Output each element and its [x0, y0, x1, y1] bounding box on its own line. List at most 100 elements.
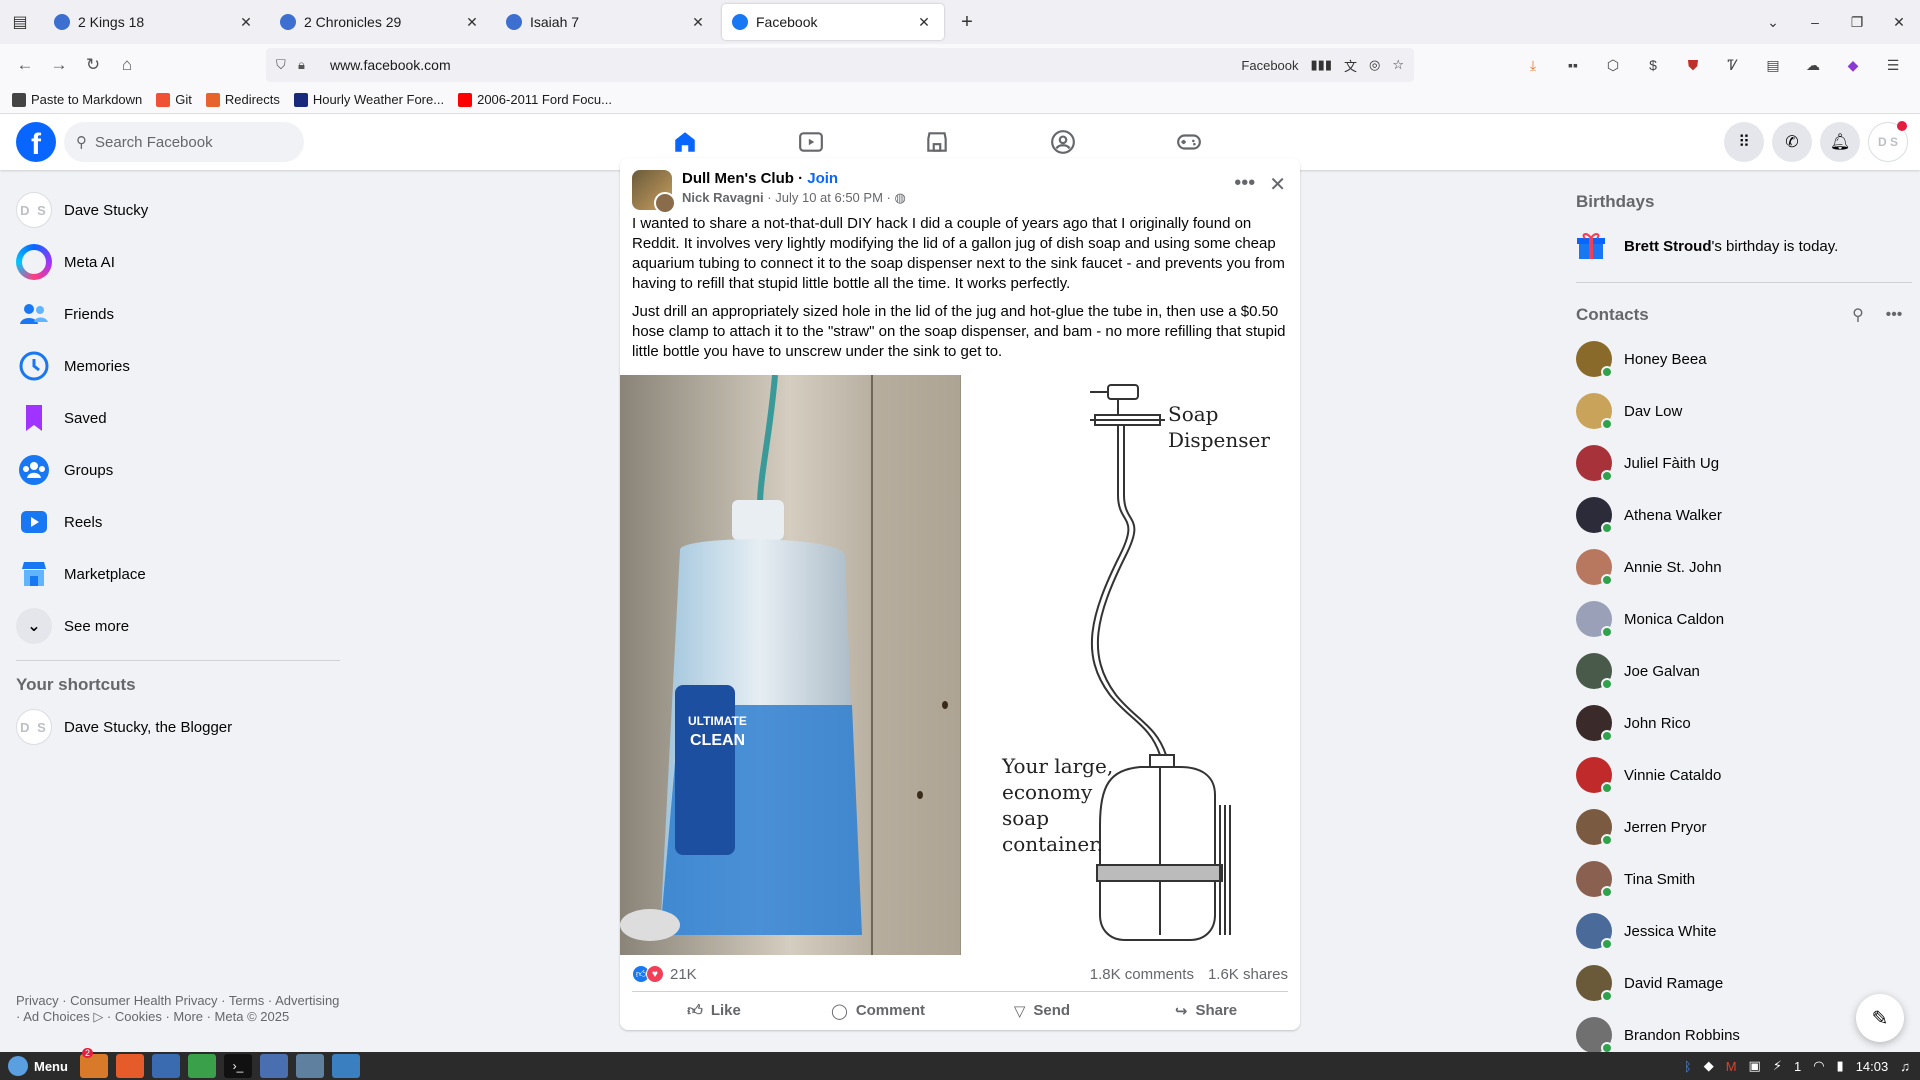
home-icon[interactable]: ⌂ — [110, 48, 144, 82]
tab-close-icon[interactable]: ✕ — [236, 14, 256, 31]
tracking-icon[interactable]: ◎ — [1369, 57, 1380, 73]
tab-close-icon[interactable]: ✕ — [462, 14, 482, 31]
bookmark-ford-focus[interactable]: 2006-2011 Ford Focu... — [458, 92, 612, 107]
browser-tab-active[interactable]: Facebook ✕ — [722, 4, 944, 40]
sidebar-item-saved[interactable]: Saved — [8, 392, 348, 444]
search-icon[interactable]: ⚲ — [1840, 305, 1876, 325]
footer-links[interactable]: Privacy · Consumer Health Privacy · Term… — [16, 993, 346, 1025]
notifications-button[interactable]: 🔔︎ — [1820, 122, 1860, 162]
tab-overflow-chevron-icon[interactable]: ⌄ — [1752, 14, 1794, 31]
hamburger-menu-icon[interactable]: ☰ — [1878, 50, 1908, 80]
sidebar-item-marketplace[interactable]: Marketplace — [8, 548, 348, 600]
tab-close-icon[interactable]: ✕ — [688, 14, 708, 31]
menu-grid-button[interactable]: ⠿ — [1724, 122, 1764, 162]
bookmark-paste-to-markdown[interactable]: Paste to Markdown — [12, 92, 142, 107]
sidebar-item-meta-ai[interactable]: Meta AI — [8, 236, 348, 288]
music-icon[interactable]: ♫ — [1900, 1059, 1910, 1074]
new-message-button[interactable]: ✎ — [1856, 994, 1904, 1042]
url-bar[interactable]: ⛉ 🔒︎ www.facebook.com Facebook ▮▮▮ 文 ◎ ☆ — [266, 48, 1414, 82]
more-options-icon[interactable]: ••• — [1234, 172, 1255, 197]
network-count[interactable]: 1 — [1794, 1059, 1801, 1074]
browser-tab[interactable]: 2 Chronicles 29 ✕ — [270, 4, 492, 40]
app-icon[interactable] — [295, 1054, 324, 1078]
translate-ext-icon[interactable]: Ꮴ — [1718, 50, 1748, 80]
download-icon[interactable]: ⤓ — [1518, 50, 1548, 80]
firefox-icon[interactable] — [115, 1054, 144, 1078]
contact-item[interactable]: Joe Galvan — [1576, 645, 1912, 697]
tray-app-icon[interactable]: ◆ — [1704, 1058, 1714, 1074]
tab-close-icon[interactable]: ✕ — [914, 14, 934, 31]
sidebar-item-reels[interactable]: Reels — [8, 496, 348, 548]
love-reaction-icon[interactable]: ♥ — [646, 965, 664, 983]
contact-item[interactable]: Honey Beea — [1576, 333, 1912, 385]
contact-item[interactable]: Annie St. John — [1576, 541, 1912, 593]
files-app-icon[interactable]: 2 — [79, 1048, 108, 1078]
group-avatar[interactable] — [632, 170, 676, 214]
sidebar-item-see-more[interactable]: ⌄ See more — [8, 600, 348, 652]
close-icon[interactable]: ✕ — [1269, 172, 1286, 197]
like-button[interactable]: 👍︎ Like — [632, 992, 796, 1029]
post-timestamp[interactable]: July 10 at 6:50 PM — [775, 190, 883, 205]
sidebar-item-friends[interactable]: Friends — [8, 288, 348, 340]
birthday-item[interactable]: Brett Stroud's birthday is today. — [1576, 220, 1912, 272]
bookmark-redirects[interactable]: Redirects — [205, 92, 280, 107]
app-icon[interactable] — [187, 1054, 216, 1078]
clock[interactable]: 14:03 — [1856, 1059, 1889, 1074]
more-options-icon[interactable]: ••• — [1876, 306, 1912, 324]
author-name-link[interactable]: Nick Ravagni — [682, 190, 764, 205]
contact-item[interactable]: Athena Walker — [1576, 489, 1912, 541]
back-arrow-icon[interactable]: ← — [8, 48, 42, 82]
bookmark-star-icon[interactable]: ☆ — [1392, 57, 1404, 73]
sidebar-item-groups[interactable]: Groups — [8, 444, 348, 496]
lock-icon[interactable]: 🔒︎ — [298, 57, 320, 73]
shield-icon[interactable]: ⛉ — [276, 57, 298, 73]
new-tab-button[interactable]: + — [950, 5, 984, 39]
url-text[interactable]: www.facebook.com — [330, 57, 1241, 73]
share-button[interactable]: ↪ Share — [1124, 992, 1288, 1029]
shares-count[interactable]: 1.6K shares — [1208, 966, 1288, 983]
reader-icon[interactable]: ▤ — [1758, 50, 1788, 80]
puzzle-icon[interactable]: ⬡ — [1598, 50, 1628, 80]
sidebar-item-memories[interactable]: Memories — [8, 340, 348, 392]
search-box[interactable]: ⚲ — [64, 122, 304, 162]
comment-button[interactable]: ◯ Comment — [796, 992, 960, 1029]
close-window-icon[interactable]: ✕ — [1878, 14, 1920, 31]
bookmark-weather[interactable]: Hourly Weather Fore... — [293, 92, 444, 107]
account-avatar-button[interactable]: D S — [1868, 121, 1908, 162]
cloud-icon[interactable]: ☁ — [1798, 50, 1828, 80]
app-icon[interactable] — [151, 1054, 180, 1078]
browser-tab[interactable]: Isaiah 7 ✕ — [496, 4, 718, 40]
contact-item[interactable]: Jerren Pryor — [1576, 801, 1912, 853]
send-button[interactable]: ▽ Send — [960, 992, 1124, 1029]
terminal-icon[interactable]: ›_ — [223, 1054, 252, 1078]
reload-icon[interactable]: ↻ — [76, 48, 110, 82]
birthday-name[interactable]: Brett Stroud — [1624, 238, 1712, 255]
forward-arrow-icon[interactable]: → — [42, 48, 76, 82]
contact-item[interactable]: Jessica White — [1576, 905, 1912, 957]
dollar-icon[interactable]: $ — [1638, 50, 1668, 80]
contact-item[interactable]: Monica Caldon — [1576, 593, 1912, 645]
shortcut-item[interactable]: D S Dave Stucky, the Blogger — [8, 701, 348, 753]
browser-tab[interactable]: 2 Kings 18 ✕ — [44, 4, 266, 40]
sidebar-item-profile[interactable]: D S Dave Stucky — [8, 184, 348, 236]
gmail-icon[interactable]: M — [1726, 1059, 1737, 1074]
bluetooth-icon[interactable]: ᛒ — [1684, 1059, 1692, 1074]
facebook-logo[interactable]: f — [16, 122, 56, 162]
cube-icon[interactable]: ◆ — [1838, 50, 1868, 80]
barcode-icon[interactable]: ▮▮▮ — [1311, 57, 1332, 73]
extension-icon[interactable]: ▪▪ — [1558, 50, 1588, 80]
contact-item[interactable]: John Rico — [1576, 697, 1912, 749]
messenger-button[interactable]: ✆ — [1772, 122, 1812, 162]
minimize-window-icon[interactable]: – — [1794, 14, 1836, 30]
join-group-link[interactable]: Join — [807, 170, 838, 187]
search-input[interactable] — [95, 133, 285, 151]
contact-item[interactable]: Dav Low — [1576, 385, 1912, 437]
post-image[interactable]: ULTIMATE CLEAN Soap Dispenser Your large… — [620, 375, 1300, 955]
reactions-count[interactable]: 21K — [670, 966, 697, 983]
ublock-icon[interactable]: ⛊ — [1678, 50, 1708, 80]
translate-icon[interactable]: 文 — [1344, 56, 1357, 75]
author-avatar[interactable] — [654, 192, 676, 214]
contact-item[interactable]: Tina Smith — [1576, 853, 1912, 905]
bookmark-git[interactable]: Git — [156, 92, 192, 107]
wifi-icon[interactable]: ◠ — [1813, 1058, 1824, 1074]
